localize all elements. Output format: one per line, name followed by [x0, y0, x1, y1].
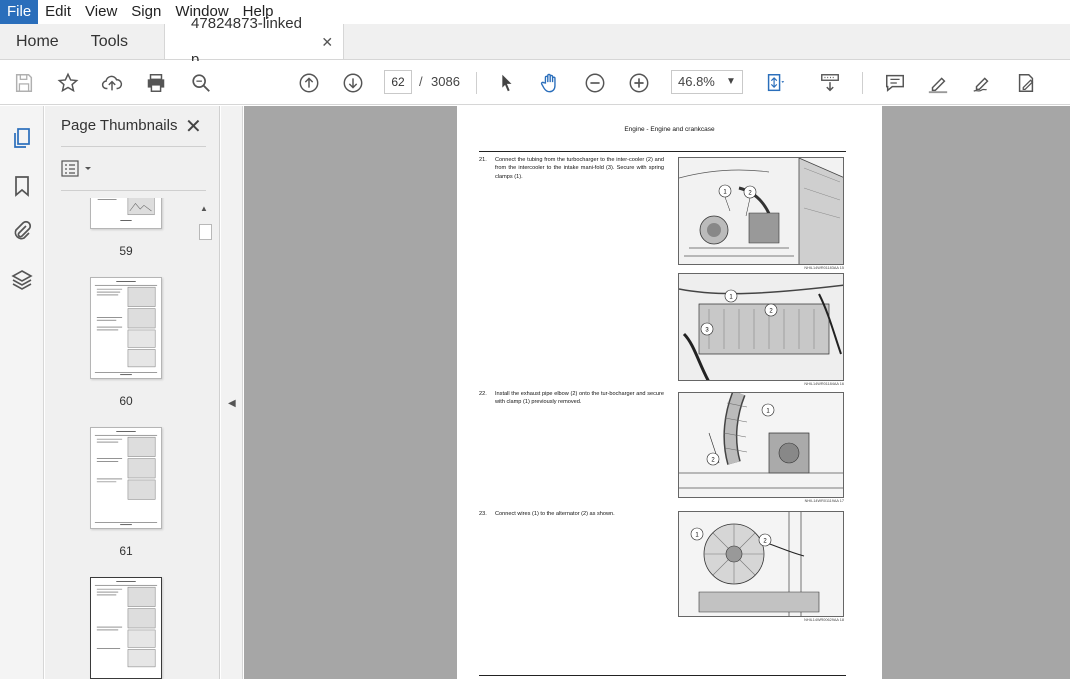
navigation-rail [0, 106, 44, 679]
document-view[interactable]: Engine - Engine and crankcase 21. Connec… [244, 106, 1070, 679]
figure-caption: NHIL14WR00629AA 18 [804, 618, 844, 622]
page-total: 3086 [431, 74, 460, 89]
thumbnail-label: 60 [119, 394, 133, 408]
figure-turbo-intercooler: 1 2 [678, 157, 844, 265]
menu-bar: File Edit View Sign Window Help [0, 0, 1070, 24]
fill-sign-icon[interactable] [1014, 71, 1038, 95]
figure-caption: NHIL14WR01184AA 16 [804, 382, 844, 386]
figure-exhaust-elbow: 1 2 [678, 392, 844, 498]
thumbnail-page[interactable] [90, 198, 162, 229]
previous-page-icon[interactable] [297, 71, 321, 95]
highlight-pen-icon[interactable] [926, 71, 950, 95]
figure-caption: NHIL14WR01119AA 17 [804, 499, 844, 503]
step-22: 22. Install the exhaust pipe elbow (2) o… [479, 390, 664, 407]
page-thumbnails-icon[interactable] [10, 126, 34, 150]
thumbnail-page[interactable] [90, 277, 162, 379]
tab-bar: Home Tools 47824873-linked p... ✕ [0, 15, 1070, 68]
menu-sign[interactable]: Sign [124, 0, 168, 24]
thumbnail-label: 61 [119, 544, 133, 558]
fit-page-icon[interactable] [763, 71, 787, 95]
figure-alternator: 1 2 [678, 511, 844, 617]
panel-divider [61, 190, 206, 191]
toolbar-divider [862, 72, 863, 94]
thumbnail-label: 59 [119, 244, 133, 258]
menu-view[interactable]: View [78, 0, 124, 24]
zoom-in-icon[interactable] [627, 71, 651, 95]
panel-collapse-strip[interactable]: ◀ [221, 106, 243, 679]
panel-title: Page Thumbnails [61, 117, 178, 134]
scrollbar-thumb[interactable] [199, 224, 212, 240]
scroll-up-icon[interactable]: ▲ [200, 204, 208, 213]
bookmarks-icon[interactable] [10, 174, 34, 198]
tab-document[interactable]: 47824873-linked p... ✕ [164, 15, 345, 68]
thumbnail-scrollbar[interactable]: ▲ [197, 198, 213, 679]
step-number: 23. [479, 511, 487, 517]
step-23: 23. Connect wires (1) to the alternator … [479, 510, 664, 518]
pdf-page: Engine - Engine and crankcase 21. Connec… [457, 106, 882, 679]
figure-intake-manifold: 1 2 3 [678, 273, 844, 381]
thumbnail-page[interactable] [90, 427, 162, 529]
save-icon[interactable] [12, 71, 36, 95]
figure-caption: NHIL14WR01183AA 15 [804, 266, 844, 270]
hand-tool-icon[interactable] [538, 71, 562, 95]
attachments-icon[interactable] [10, 219, 34, 243]
thumbnail-page-current[interactable] [90, 577, 162, 679]
page-thumbnails-panel: Page Thumbnails ✕ 59 60 61 ▲ [45, 106, 220, 679]
step-text: Connect wires (1) to the alternator (2) … [495, 511, 615, 517]
select-arrow-icon[interactable] [494, 71, 518, 95]
menu-edit[interactable]: Edit [38, 0, 78, 24]
page-separator: / [419, 74, 423, 89]
chevron-down-icon[interactable]: ▼ [726, 76, 736, 87]
tab-close-icon[interactable]: ✕ [321, 24, 333, 60]
step-text: Connect the tubing from the turbocharger… [495, 157, 664, 180]
toolbar-divider [476, 72, 477, 94]
toolbar [0, 61, 1070, 105]
close-icon[interactable]: ✕ [185, 114, 202, 139]
layers-icon[interactable] [10, 268, 34, 292]
page-number-input[interactable]: 62 [384, 70, 412, 94]
upload-cloud-icon[interactable] [100, 71, 124, 95]
step-number: 22. [479, 391, 487, 397]
next-page-icon[interactable] [341, 71, 365, 95]
footer-rule [479, 675, 846, 676]
scroll-mode-icon[interactable] [818, 71, 842, 95]
bookmark-star-icon[interactable] [56, 71, 80, 95]
tab-tools[interactable]: Tools [75, 24, 144, 59]
step-21: 21. Connect the tubing from the turbocha… [479, 156, 664, 181]
comment-icon[interactable] [883, 71, 907, 95]
print-icon[interactable] [144, 71, 168, 95]
zoom-search-icon[interactable] [189, 71, 213, 95]
collapse-left-icon[interactable]: ◀ [228, 398, 236, 409]
page-header: Engine - Engine and crankcase [624, 126, 715, 133]
step-text: Install the exhaust pipe elbow (2) onto … [495, 391, 664, 406]
draw-sign-icon[interactable] [970, 71, 994, 95]
thumbnail-options-button[interactable] [61, 160, 97, 178]
zoom-out-icon[interactable] [583, 71, 607, 95]
thumbnail-list[interactable]: 59 60 61 [45, 198, 220, 679]
menu-file[interactable]: File [0, 0, 39, 24]
header-rule [479, 151, 846, 152]
tab-home[interactable]: Home [0, 24, 75, 59]
panel-divider [61, 146, 206, 147]
step-number: 21. [479, 157, 487, 163]
